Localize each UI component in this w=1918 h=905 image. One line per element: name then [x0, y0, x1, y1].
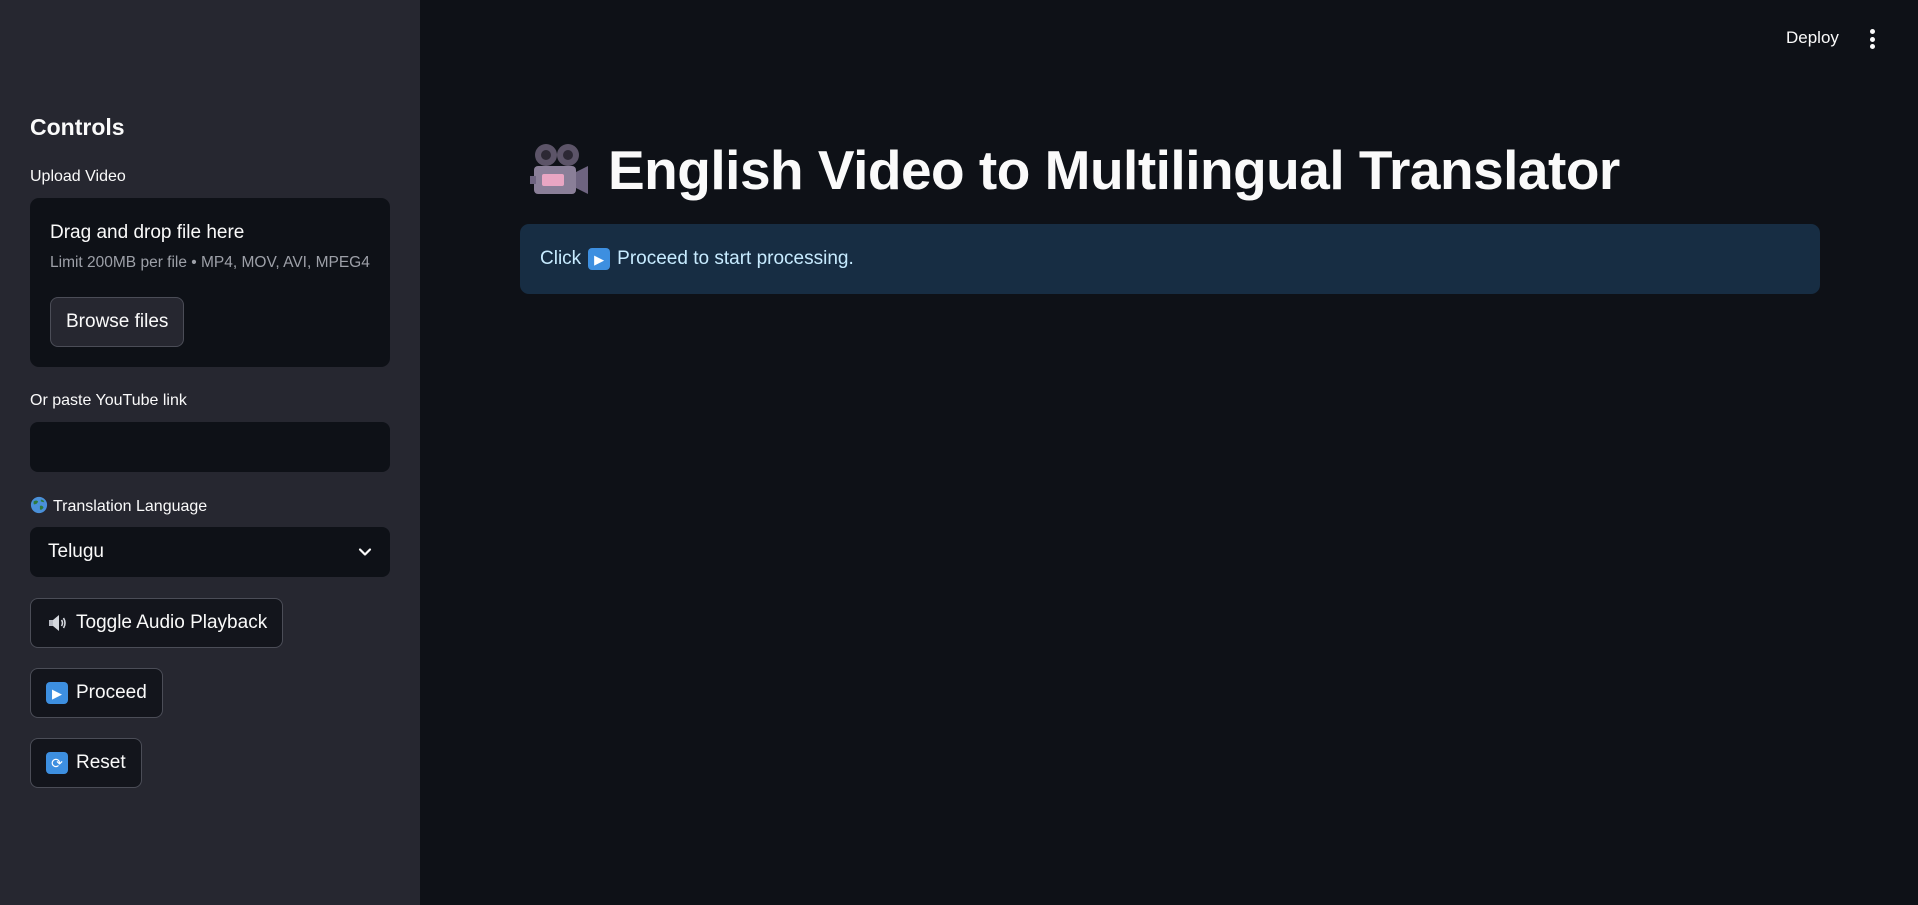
language-select-value: Telugu	[48, 541, 104, 562]
browse-files-label: Browse files	[66, 311, 169, 332]
kebab-menu-icon[interactable]	[1866, 26, 1878, 52]
chevron-down-icon	[358, 548, 372, 556]
reset-label: Reset	[76, 752, 126, 773]
file-dropzone[interactable]: Drag and drop file here Limit 200MB per …	[30, 198, 390, 367]
proceed-button[interactable]: ▶ Proceed	[30, 668, 163, 718]
sidebar: Controls Upload Video Drag and drop file…	[0, 0, 420, 905]
translation-language-text: Translation Language	[53, 498, 208, 515]
sidebar-heading: Controls	[30, 114, 125, 140]
info-suffix: Proceed to start processing.	[617, 248, 854, 269]
app-root: Controls Upload Video Drag and drop file…	[0, 0, 1918, 905]
youtube-link-label: Or paste YouTube link	[30, 392, 187, 409]
reset-arrows-icon: ⟳	[46, 752, 68, 774]
speaker-icon	[49, 615, 66, 631]
toggle-audio-button[interactable]: Toggle Audio Playback	[30, 598, 284, 648]
reset-button[interactable]: ⟳ Reset	[30, 738, 142, 788]
movie-camera-icon	[530, 144, 588, 194]
dropzone-limit-text: Limit 200MB per file • MP4, MOV, AVI, MP…	[50, 254, 370, 271]
info-alert: Click ▶ Proceed to start processing.	[520, 224, 1820, 294]
info-prefix: Click	[540, 248, 582, 269]
globe-icon	[30, 496, 48, 514]
title-row: English Video to Multilingual Translator	[528, 138, 1620, 202]
language-select[interactable]: Telugu	[30, 527, 390, 577]
browse-files-button[interactable]: Browse files	[50, 297, 185, 347]
translation-language-label: Translation Language	[30, 496, 207, 516]
proceed-label: Proceed	[76, 682, 147, 703]
youtube-link-input[interactable]	[30, 422, 390, 472]
dropzone-title: Drag and drop file here	[50, 222, 245, 243]
deploy-button[interactable]: Deploy	[1786, 28, 1839, 48]
play-button-icon: ▶	[588, 248, 611, 270]
toggle-audio-label: Toggle Audio Playback	[76, 612, 268, 633]
upload-video-label: Upload Video	[30, 168, 126, 185]
page-title: English Video to Multilingual Translator	[608, 139, 1620, 201]
play-button-icon: ▶	[46, 682, 68, 704]
